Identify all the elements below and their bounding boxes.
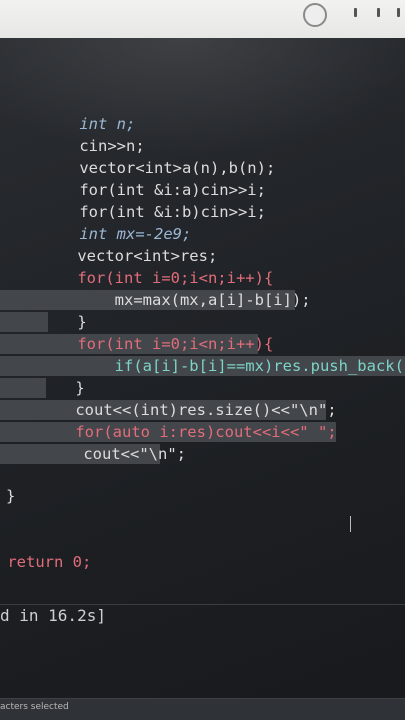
status-bar: acters selected — [0, 698, 405, 720]
code-line[interactable]: int n; — [42, 114, 135, 134]
code-line[interactable]: vector<int>res; — [40, 246, 217, 266]
code-text: for(int &i:b)cin>>i; — [42, 203, 266, 221]
code-text: int n; — [42, 115, 136, 133]
code-line[interactable]: } — [6, 486, 15, 506]
status-selection-text: acters selected — [0, 702, 69, 712]
code-line-selected[interactable]: mx=max(mx,a[i]-b[i]); — [0, 290, 311, 310]
code-text: } — [40, 313, 87, 331]
code-text: for(int &i:a)cin>>i; — [42, 181, 266, 199]
code-line-selected[interactable]: cout<<"\n"; — [0, 444, 186, 464]
code-text: cin>>n; — [42, 137, 145, 155]
code-line[interactable]: cin>>n; — [42, 136, 145, 156]
code-text: } — [6, 487, 16, 505]
code-line[interactable]: vector<int>a(n),b(n); — [42, 158, 275, 178]
code-text: for(auto i:res)cout<<i<<" "; — [38, 423, 337, 441]
code-line[interactable]: int mx=-2e9; — [42, 224, 191, 244]
code-text: for(int i=0;i<n;i++){ — [40, 335, 274, 353]
code-line[interactable]: for(int &i:b)cin>>i; — [42, 202, 266, 222]
monitor-bezel — [0, 0, 405, 40]
build-output-text: d in 16.2s] — [0, 606, 106, 625]
code-text: int mx=-2e9; — [42, 225, 192, 243]
code-text: for(int i=0;i<n;i++){ — [40, 269, 274, 287]
code-text: mx=max(mx,a[i]-b[i]); — [40, 291, 311, 309]
code-text: vector<int>a(n),b(n); — [42, 159, 276, 177]
code-text: cout<<(int)res.size()<<"\n"; — [38, 401, 337, 419]
code-line-selected[interactable]: } — [0, 378, 85, 398]
indicator-dot-icon — [354, 8, 357, 17]
power-button-icon — [303, 3, 327, 27]
code-text: } — [38, 379, 85, 397]
code-text: return 0; — [7, 553, 92, 571]
code-line[interactable]: return 0; — [0, 552, 91, 572]
indicator-dot-icon — [397, 8, 400, 17]
code-line[interactable]: for(int &i:a)cin>>i; — [42, 180, 266, 200]
code-line-selected[interactable]: cout<<(int)res.size()<<"\n"; — [0, 400, 337, 420]
code-line[interactable]: for(int i=0;i<n;i++){ — [40, 268, 273, 288]
code-text: if(a[i]-b[i]==mx)res.push_back(i+1); — [114, 357, 405, 375]
indicator-dot-icon — [377, 8, 380, 17]
code-text: cout<<"\n"; — [46, 445, 186, 463]
code-line-selected[interactable]: if(a[i]-b[i]==mx)res.push_back(i+1); — [0, 356, 405, 376]
code-line-selected[interactable]: for(int i=0;i<n;i++){ — [0, 334, 273, 354]
text-cursor-icon — [350, 516, 357, 532]
code-text: vector<int>res; — [40, 247, 218, 265]
code-editor[interactable]: int n; cin>>n; vector<int>a(n),b(n); for… — [0, 38, 405, 720]
code-line-selected[interactable]: for(auto i:res)cout<<i<<" "; — [0, 422, 337, 442]
output-panel-divider — [0, 604, 405, 605]
code-line-selected[interactable]: } — [0, 312, 87, 332]
